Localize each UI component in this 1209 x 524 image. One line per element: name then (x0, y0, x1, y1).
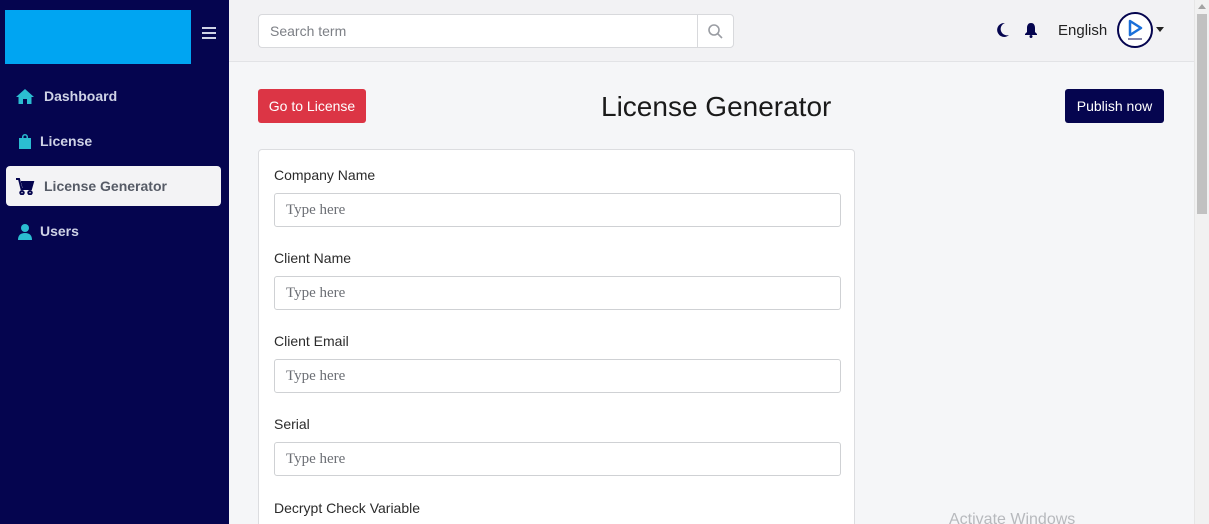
company-name-field[interactable] (274, 193, 841, 227)
avatar[interactable] (1117, 12, 1153, 48)
sidebar-item-license-generator[interactable]: License Generator (6, 166, 221, 206)
home-icon (14, 87, 36, 105)
sidebar: Dashboard License License Generator User… (0, 0, 229, 524)
sidebar-item-users[interactable]: Users (6, 211, 221, 251)
sidebar-item-label: Dashboard (44, 88, 118, 104)
page-title: License Generator (601, 91, 832, 122)
sidebar-item-label: Users (40, 223, 79, 239)
company-name-label: Company Name (274, 167, 376, 183)
language-selector[interactable]: English (1058, 22, 1107, 39)
chevron-down-icon[interactable] (1156, 27, 1164, 32)
shopping-bag-icon (14, 132, 36, 150)
cart-icon (14, 177, 36, 195)
user-icon (14, 222, 36, 240)
sidebar-item-license[interactable]: License (6, 121, 221, 161)
topbar: English (229, 0, 1194, 62)
page-scrollbar[interactable] (1194, 0, 1209, 524)
activate-windows-watermark: Activate Windows (949, 511, 1076, 524)
menu-toggle-icon[interactable] (202, 27, 216, 39)
serial-label: Serial (274, 416, 310, 432)
sidebar-item-label: License (40, 133, 93, 149)
go-to-license-button[interactable]: Go to License (258, 89, 366, 123)
dark-mode-moon-icon[interactable] (996, 22, 1010, 43)
sidebar-item-dashboard[interactable]: Dashboard (6, 76, 221, 116)
search-icon (708, 23, 723, 39)
decrypt-check-variable-label: Decrypt Check Variable (274, 500, 421, 516)
play-logo-icon (1128, 19, 1143, 40)
scroll-thumb[interactable] (1197, 14, 1207, 214)
client-name-field[interactable] (274, 276, 841, 310)
publish-now-button[interactable]: Publish now (1065, 89, 1164, 123)
search-button[interactable] (697, 14, 734, 48)
license-form-card: Company Name Client Name Client Email Se… (258, 149, 855, 524)
client-email-field[interactable] (274, 359, 841, 393)
client-email-label: Client Email (274, 333, 349, 349)
sidebar-item-label: License Generator (44, 178, 167, 194)
serial-field[interactable] (274, 442, 841, 476)
client-name-label: Client Name (274, 250, 352, 266)
logo[interactable] (5, 10, 191, 64)
notification-bell-icon[interactable] (1024, 22, 1038, 43)
search-input[interactable] (258, 14, 698, 48)
scroll-up-arrow-icon[interactable] (1198, 4, 1206, 9)
